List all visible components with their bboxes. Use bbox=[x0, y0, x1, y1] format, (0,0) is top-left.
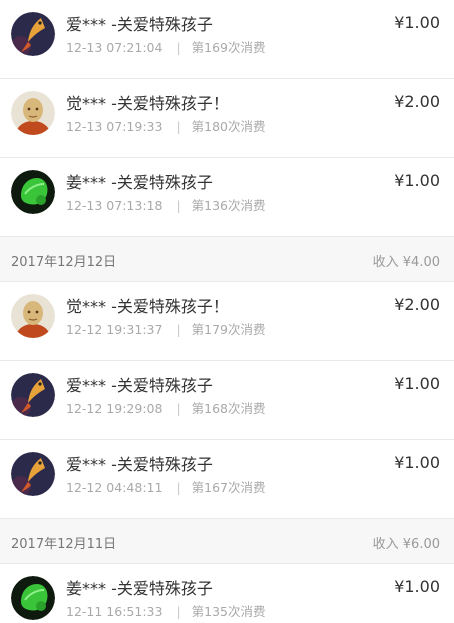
transaction-title: 爱*** -关爱特殊孩子 bbox=[66, 455, 213, 474]
monk-avatar bbox=[11, 91, 55, 135]
purchase-count: 第135次消费 bbox=[191, 604, 266, 619]
meta-separator: | bbox=[176, 480, 181, 495]
purchase-count: 第167次消费 bbox=[191, 480, 266, 495]
purchase-count: 第136次消费 bbox=[191, 198, 266, 213]
transaction-meta: 12-12 19:29:08 | 第168次消费 bbox=[66, 398, 266, 417]
day-date: 2017年12月11日 bbox=[11, 537, 117, 552]
transaction-amount: ¥1.00 bbox=[394, 171, 440, 190]
green-leaf-avatar bbox=[11, 576, 55, 620]
transaction-row[interactable]: 爱*** -关爱特殊孩子 12-13 07:21:04 | 第169次消费 ¥1.0… bbox=[0, 0, 454, 79]
koi-fish-avatar bbox=[11, 12, 55, 56]
transaction-time: 12-12 19:29:08 bbox=[66, 401, 163, 416]
meta-separator: | bbox=[176, 322, 181, 337]
transaction-meta: 12-13 07:13:18 | 第136次消费 bbox=[66, 195, 266, 214]
transaction-meta: 12-12 19:31:37 | 第179次消费 bbox=[66, 319, 266, 338]
transaction-meta: 12-13 07:21:04 | 第169次消费 bbox=[66, 37, 266, 56]
transaction-meta: 12-12 04:48:11 | 第167次消费 bbox=[66, 477, 266, 496]
purchase-count: 第169次消费 bbox=[191, 40, 266, 55]
meta-separator: | bbox=[176, 604, 181, 619]
transaction-title: 爱*** -关爱特殊孩子 bbox=[66, 376, 213, 395]
transaction-list: 爱*** -关爱特殊孩子 12-13 07:21:04 | 第169次消费 ¥1.0… bbox=[0, 0, 454, 623]
transaction-meta: 12-11 16:51:33 | 第135次消费 bbox=[66, 601, 266, 620]
transaction-time: 12-12 19:31:37 bbox=[66, 322, 163, 337]
transaction-row[interactable]: 觉*** -关爱特殊孩子！ 12-12 19:31:37 | 第179次消费 ¥2.… bbox=[0, 282, 454, 361]
transaction-title: 觉*** -关爱特殊孩子！ bbox=[66, 297, 229, 316]
transaction-row[interactable]: 姜*** -关爱特殊孩子 12-11 16:51:33 | 第135次消费 ¥1.0… bbox=[0, 564, 454, 623]
transaction-title: 觉*** -关爱特殊孩子！ bbox=[66, 94, 229, 113]
transaction-amount: ¥1.00 bbox=[394, 13, 440, 32]
transaction-time: 12-13 07:21:04 bbox=[66, 40, 163, 55]
meta-separator: | bbox=[176, 119, 181, 134]
koi-fish-avatar bbox=[11, 452, 55, 496]
transaction-time: 12-12 04:48:11 bbox=[66, 480, 163, 495]
transaction-time: 12-13 07:19:33 bbox=[66, 119, 163, 134]
transaction-title: 姜*** -关爱特殊孩子 bbox=[66, 173, 213, 192]
day-income-total: 收入 ¥4.00 bbox=[372, 255, 440, 270]
monk-avatar bbox=[11, 294, 55, 338]
purchase-count: 第179次消费 bbox=[191, 322, 266, 337]
transaction-title: 姜*** -关爱特殊孩子 bbox=[66, 579, 213, 598]
transaction-amount: ¥1.00 bbox=[394, 577, 440, 596]
transaction-row[interactable]: 觉*** -关爱特殊孩子！ 12-13 07:19:33 | 第180次消费 ¥2.… bbox=[0, 79, 454, 158]
day-income-total: 收入 ¥6.00 bbox=[372, 537, 440, 552]
transaction-amount: ¥1.00 bbox=[394, 374, 440, 393]
transaction-row[interactable]: 爱*** -关爱特殊孩子 12-12 04:48:11 | 第167次消费 ¥1.0… bbox=[0, 440, 454, 519]
meta-separator: | bbox=[176, 198, 181, 213]
transaction-row[interactable]: 爱*** -关爱特殊孩子 12-12 19:29:08 | 第168次消费 ¥1.0… bbox=[0, 361, 454, 440]
day-date: 2017年12月12日 bbox=[11, 255, 117, 270]
transaction-title: 爱*** -关爱特殊孩子 bbox=[66, 15, 213, 34]
transaction-amount: ¥2.00 bbox=[394, 92, 440, 111]
purchase-count: 第168次消费 bbox=[191, 401, 266, 416]
transaction-time: 12-11 16:51:33 bbox=[66, 604, 163, 619]
purchase-count: 第180次消费 bbox=[191, 119, 266, 134]
meta-separator: | bbox=[176, 40, 181, 55]
koi-fish-avatar bbox=[11, 373, 55, 417]
transaction-time: 12-13 07:13:18 bbox=[66, 198, 163, 213]
day-header: 2017年12月12日 收入 ¥4.00 bbox=[0, 237, 454, 282]
day-header: 2017年12月11日 收入 ¥6.00 bbox=[0, 519, 454, 564]
meta-separator: | bbox=[176, 401, 181, 416]
transaction-row[interactable]: 姜*** -关爱特殊孩子 12-13 07:13:18 | 第136次消费 ¥1.0… bbox=[0, 158, 454, 237]
transaction-amount: ¥2.00 bbox=[394, 295, 440, 314]
transaction-meta: 12-13 07:19:33 | 第180次消费 bbox=[66, 116, 266, 135]
transaction-amount: ¥1.00 bbox=[394, 453, 440, 472]
green-leaf-avatar bbox=[11, 170, 55, 214]
